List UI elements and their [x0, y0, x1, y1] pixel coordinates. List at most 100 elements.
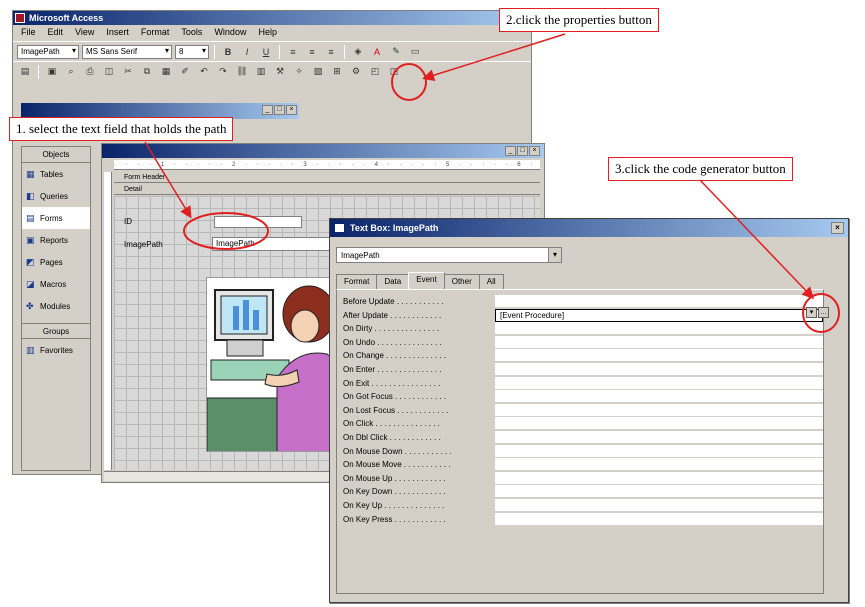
- close-icon[interactable]: ×: [831, 222, 844, 234]
- redo-icon[interactable]: ↷: [215, 64, 231, 80]
- table-icon: ▦: [26, 169, 35, 179]
- property-row: On Dbl Click . . . . . . . . . . . .: [343, 431, 823, 445]
- property-value[interactable]: [495, 390, 823, 404]
- field-list-icon[interactable]: ▥: [253, 64, 269, 80]
- toolbox-icon[interactable]: ⚒: [272, 64, 288, 80]
- menu-window[interactable]: Window: [214, 27, 246, 39]
- code-icon[interactable]: ▧: [310, 64, 326, 80]
- property-value[interactable]: [495, 431, 823, 444]
- property-value[interactable]: [495, 471, 823, 485]
- property-value[interactable]: [495, 417, 823, 431]
- detail-label: Detail: [124, 186, 142, 193]
- undo-icon[interactable]: ↶: [196, 64, 212, 80]
- tab-event[interactable]: Event: [408, 272, 445, 289]
- font-size-combo[interactable]: 8: [175, 44, 209, 59]
- font-color-icon[interactable]: A: [369, 44, 385, 60]
- properties-window-icon: [334, 223, 345, 233]
- menu-view[interactable]: View: [75, 27, 94, 39]
- align-left-icon[interactable]: ≡: [285, 44, 301, 60]
- menu-file[interactable]: File: [21, 27, 36, 39]
- tab-all[interactable]: All: [478, 274, 504, 289]
- property-value[interactable]: [495, 322, 823, 336]
- objects-item-queries[interactable]: ◧ Queries: [22, 185, 90, 207]
- after-update-value[interactable]: [Event Procedure]: [495, 308, 823, 322]
- property-value[interactable]: [495, 444, 823, 458]
- autoformat-icon[interactable]: ✧: [291, 64, 307, 80]
- font-combo[interactable]: MS Sans Serif: [82, 44, 172, 59]
- line-color-icon[interactable]: ✎: [388, 44, 404, 60]
- align-center-icon[interactable]: ≡: [304, 44, 320, 60]
- special-effect-icon[interactable]: ▭: [407, 44, 423, 60]
- property-value[interactable]: [495, 485, 823, 499]
- print-icon[interactable]: ⎙: [82, 64, 98, 80]
- view-icon[interactable]: ▤: [17, 64, 33, 80]
- maximize-icon[interactable]: □: [274, 105, 285, 115]
- italic-icon[interactable]: I: [239, 44, 255, 60]
- underline-icon[interactable]: U: [258, 44, 274, 60]
- objects-item-pages[interactable]: ◩ Pages: [22, 251, 90, 273]
- new-object-icon[interactable]: ◳: [386, 64, 402, 80]
- insert-hyperlink-icon[interactable]: ⛓: [234, 64, 250, 80]
- form-header-section[interactable]: Form Header: [114, 172, 540, 183]
- copy-icon[interactable]: ⧉: [139, 64, 155, 80]
- format-painter-icon[interactable]: ✐: [177, 64, 193, 80]
- property-value[interactable]: [495, 499, 823, 512]
- property-value[interactable]: [495, 512, 823, 526]
- properties-icon[interactable]: ⊞: [329, 64, 345, 80]
- tab-data[interactable]: Data: [376, 274, 410, 289]
- toolbar-separator: [279, 44, 280, 59]
- id-textbox[interactable]: [214, 216, 302, 228]
- object-combo[interactable]: ImagePath: [17, 44, 79, 59]
- imagepath-label[interactable]: ImagePath: [124, 240, 163, 249]
- chevron-down-icon[interactable]: ▾: [806, 307, 817, 318]
- detail-section[interactable]: Detail: [114, 184, 540, 195]
- cut-icon[interactable]: ✂: [120, 64, 136, 80]
- imagepath-textbox[interactable]: ImagePath: [212, 237, 340, 251]
- objects-item-modules[interactable]: ✤ Modules: [22, 295, 90, 317]
- close-icon[interactable]: ×: [286, 105, 297, 115]
- property-value[interactable]: [495, 295, 823, 308]
- property-value[interactable]: [495, 349, 823, 363]
- report-icon: ▣: [26, 235, 35, 245]
- objects-item-reports[interactable]: ▣ Reports: [22, 229, 90, 251]
- property-row: On Exit . . . . . . . . . . . . . . . .: [343, 376, 823, 391]
- objects-pane: Objects ▦ Tables ◧ Queries ▤ Forms ▣ Rep…: [21, 146, 91, 471]
- menu-tools[interactable]: Tools: [181, 27, 202, 39]
- tab-format[interactable]: Format: [336, 274, 378, 289]
- close-icon[interactable]: ×: [529, 146, 540, 156]
- code-builder-icon[interactable]: …: [818, 307, 829, 318]
- objects-item-forms[interactable]: ▤ Forms: [22, 207, 90, 229]
- fill-color-icon[interactable]: ◈: [350, 44, 366, 60]
- menu-format[interactable]: Format: [141, 27, 170, 39]
- property-value[interactable]: [495, 403, 823, 417]
- image-control[interactable]: [206, 277, 346, 452]
- build-icon[interactable]: ⚙: [348, 64, 364, 80]
- property-row: On Undo . . . . . . . . . . . . . . .: [343, 335, 823, 350]
- id-label[interactable]: ID: [124, 217, 132, 226]
- chevron-down-icon[interactable]: ▾: [548, 248, 561, 262]
- access-app-icon: [15, 13, 25, 23]
- minimize-icon[interactable]: _: [262, 105, 273, 115]
- menu-edit[interactable]: Edit: [48, 27, 64, 39]
- paste-icon[interactable]: ▦: [158, 64, 174, 80]
- groups-item-favorites[interactable]: ▥ Favorites: [22, 339, 90, 361]
- objects-item-macros[interactable]: ◪ Macros: [22, 273, 90, 295]
- property-value[interactable]: [495, 376, 823, 390]
- save-icon[interactable]: ▣: [44, 64, 60, 80]
- minimize-icon[interactable]: _: [505, 146, 516, 156]
- print-preview-icon[interactable]: ◫: [101, 64, 117, 80]
- maximize-icon[interactable]: □: [517, 146, 528, 156]
- property-value[interactable]: [495, 363, 823, 376]
- menu-insert[interactable]: Insert: [106, 27, 129, 39]
- menu-help[interactable]: Help: [258, 27, 277, 39]
- align-right-icon[interactable]: ≡: [323, 44, 339, 60]
- search-icon[interactable]: ⌕: [63, 64, 79, 80]
- database-window-icon[interactable]: ◰: [367, 64, 383, 80]
- control-selector[interactable]: ImagePath ▾: [336, 247, 562, 263]
- property-value[interactable]: [495, 335, 823, 349]
- property-value[interactable]: [495, 458, 823, 472]
- objects-item-tables[interactable]: ▦ Tables: [22, 163, 90, 185]
- bold-icon[interactable]: B: [220, 44, 236, 60]
- module-icon: ✤: [26, 301, 34, 311]
- tab-other[interactable]: Other: [443, 274, 480, 289]
